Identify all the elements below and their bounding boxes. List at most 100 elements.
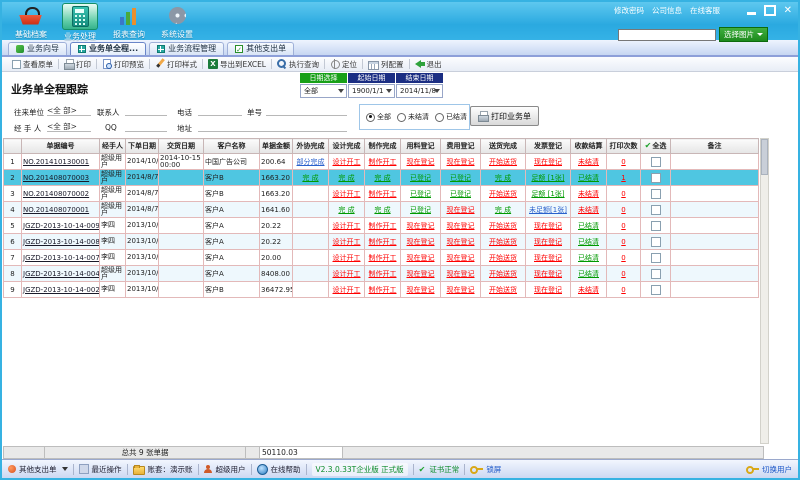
row-checkbox[interactable] <box>651 205 661 215</box>
minimize-icon[interactable] <box>747 12 756 15</box>
date-select-start-date[interactable]: 1900/1/1 <box>348 84 395 98</box>
row-checkbox[interactable] <box>651 253 661 263</box>
delivery-status-link[interactable]: 开始送货 <box>489 254 517 262</box>
outsource-status-link[interactable]: 完 成 <box>302 174 318 182</box>
column-header-4[interactable]: 交货日期 <box>159 139 204 154</box>
invoice-status-link[interactable]: 未足额[1张] <box>529 206 567 214</box>
expense-status-link[interactable]: 现在登记 <box>447 270 475 278</box>
design-status-link[interactable]: 设计开工 <box>333 158 361 166</box>
print-count-link[interactable]: 0 <box>621 286 625 294</box>
column-header-11[interactable]: 费用登记 <box>441 139 481 154</box>
filter-input-handler[interactable]: <全 部> <box>47 121 91 132</box>
row-checkbox[interactable] <box>651 173 661 183</box>
make-status-link[interactable]: 完 成 <box>374 174 390 182</box>
row-checkbox[interactable] <box>651 157 661 167</box>
make-status-link[interactable]: 完 成 <box>374 206 390 214</box>
delivery-status-link[interactable]: 完 成 <box>495 174 511 182</box>
print-count-link[interactable]: 0 <box>621 190 625 198</box>
design-status-link[interactable]: 设计开工 <box>333 222 361 230</box>
payment-status-link[interactable]: 已结清 <box>578 222 599 230</box>
material-status-link[interactable]: 已登记 <box>410 206 431 214</box>
toolbar-print-style-button[interactable]: 打印样式 <box>150 58 202 70</box>
statusbar-current-user[interactable]: 超级用户 <box>204 464 246 475</box>
column-header-6[interactable]: 单据金额 <box>260 139 293 154</box>
payment-status-link[interactable]: 已结清 <box>578 238 599 246</box>
column-header-12[interactable]: 送货完成 <box>481 139 526 154</box>
expense-status-link[interactable]: 现在登记 <box>447 286 475 294</box>
toolbar-print-preview-button[interactable]: 打印预览 <box>97 58 149 70</box>
statusbar-lock-screen[interactable]: 锁屏 <box>470 464 501 475</box>
column-header-16[interactable]: ✔全选 <box>641 139 671 154</box>
make-status-link[interactable]: 制作开工 <box>369 254 397 262</box>
column-header-3[interactable]: 下单日期 <box>126 139 159 154</box>
print-count-link[interactable]: 0 <box>621 158 625 166</box>
date-select-date-type[interactable]: 全部 <box>300 84 347 98</box>
make-status-link[interactable]: 制作开工 <box>369 222 397 230</box>
user-link-2[interactable]: 在线客服 <box>690 5 720 16</box>
payment-status-link[interactable]: 未结清 <box>578 206 599 214</box>
expense-status-link[interactable]: 已登记 <box>450 174 471 182</box>
row-checkbox[interactable] <box>651 221 661 231</box>
toolbar-print-button[interactable]: 打印 <box>59 58 96 70</box>
user-link-0[interactable]: 修改密码 <box>614 5 644 16</box>
material-status-link[interactable]: 现在登记 <box>407 254 435 262</box>
maximize-icon[interactable] <box>764 5 776 16</box>
order-id-link[interactable]: NO.201408070001 <box>23 206 89 214</box>
invoice-status-link[interactable]: 现在登记 <box>534 158 562 166</box>
nav-item-report-query[interactable]: 报表查询 <box>112 3 146 42</box>
filter-input-partner-unit[interactable]: <全 部> <box>47 105 91 116</box>
design-status-link[interactable]: 设计开工 <box>333 238 361 246</box>
column-header-1[interactable]: 单据编号 <box>22 139 100 154</box>
statusbar-certificate[interactable]: ✔证书正常 <box>419 464 460 475</box>
print-count-link[interactable]: 0 <box>621 222 625 230</box>
filter-input-order-no[interactable] <box>266 105 347 116</box>
make-status-link[interactable]: 制作开工 <box>369 286 397 294</box>
expense-status-link[interactable]: 已登记 <box>450 190 471 198</box>
material-status-link[interactable]: 已登记 <box>410 190 431 198</box>
row-checkbox[interactable] <box>651 237 661 247</box>
invoice-status-link[interactable]: 现在登记 <box>534 254 562 262</box>
invoice-status-link[interactable]: 足额 [1张] <box>531 174 564 182</box>
order-id-link[interactable]: JGZD-2013-10-14-002 <box>23 286 100 294</box>
order-id-link[interactable]: JGZD-2013-10-14-007 <box>23 254 100 262</box>
order-id-link[interactable]: NO.201410130001 <box>23 158 89 166</box>
nav-item-system-settings[interactable]: 系统设置 <box>160 3 194 42</box>
invoice-status-link[interactable]: 现在登记 <box>534 270 562 278</box>
design-status-link[interactable]: 完 成 <box>338 206 354 214</box>
tab-other-expense-order[interactable]: 其他支出单 <box>227 42 294 55</box>
toolbar-export-excel-button[interactable]: X导出到EXCEL <box>203 58 271 70</box>
statusbar-recent-actions[interactable]: 最近操作 <box>79 464 122 475</box>
user-link-1[interactable]: 公司信息 <box>652 5 682 16</box>
design-status-link[interactable]: 设计开工 <box>333 254 361 262</box>
delivery-status-link[interactable]: 开始送货 <box>489 158 517 166</box>
expense-status-link[interactable]: 现在登记 <box>447 254 475 262</box>
invoice-status-link[interactable]: 现在登记 <box>534 222 562 230</box>
payment-status-link[interactable]: 已结清 <box>578 270 599 278</box>
design-status-link[interactable]: 设计开工 <box>333 286 361 294</box>
expense-status-link[interactable]: 现在登记 <box>447 158 475 166</box>
column-header-13[interactable]: 发票登记 <box>526 139 571 154</box>
payment-status-link[interactable]: 未结清 <box>578 190 599 198</box>
order-id-link[interactable]: JGZD-2013-10-14-008 <box>23 238 100 246</box>
statusbar-other-expense[interactable]: 其他支出单 <box>8 464 68 475</box>
material-status-link[interactable]: 现在登记 <box>407 286 435 294</box>
column-header-9[interactable]: 制作完成 <box>365 139 401 154</box>
column-header-14[interactable]: 收款结算 <box>571 139 607 154</box>
invoice-status-link[interactable]: 足额 [1张] <box>531 190 564 198</box>
tab-business-flow-management[interactable]: 业务流程管理 <box>149 42 224 55</box>
radio-all[interactable]: 全部 <box>366 112 391 122</box>
payment-status-link[interactable]: 已结清 <box>578 174 599 182</box>
outsource-status-link[interactable]: 部分完成 <box>297 158 325 166</box>
material-status-link[interactable]: 现在登记 <box>407 270 435 278</box>
delivery-status-link[interactable]: 开始送货 <box>489 238 517 246</box>
statusbar-account-set[interactable]: 账套：演示账 <box>133 464 193 475</box>
tab-business-order-tracking[interactable]: 业务单全程... <box>70 42 146 55</box>
row-checkbox[interactable] <box>651 285 661 295</box>
column-header-5[interactable]: 客户名称 <box>204 139 260 154</box>
vertical-scrollbar[interactable] <box>760 138 769 444</box>
filter-input-address[interactable] <box>198 121 347 132</box>
column-header-8[interactable]: 设计完成 <box>329 139 365 154</box>
toolbar-view-original-button[interactable]: 查看原单 <box>6 58 58 70</box>
nav-item-business-process[interactable]: 业务处理 <box>62 3 98 42</box>
material-status-link[interactable]: 现在登记 <box>407 238 435 246</box>
